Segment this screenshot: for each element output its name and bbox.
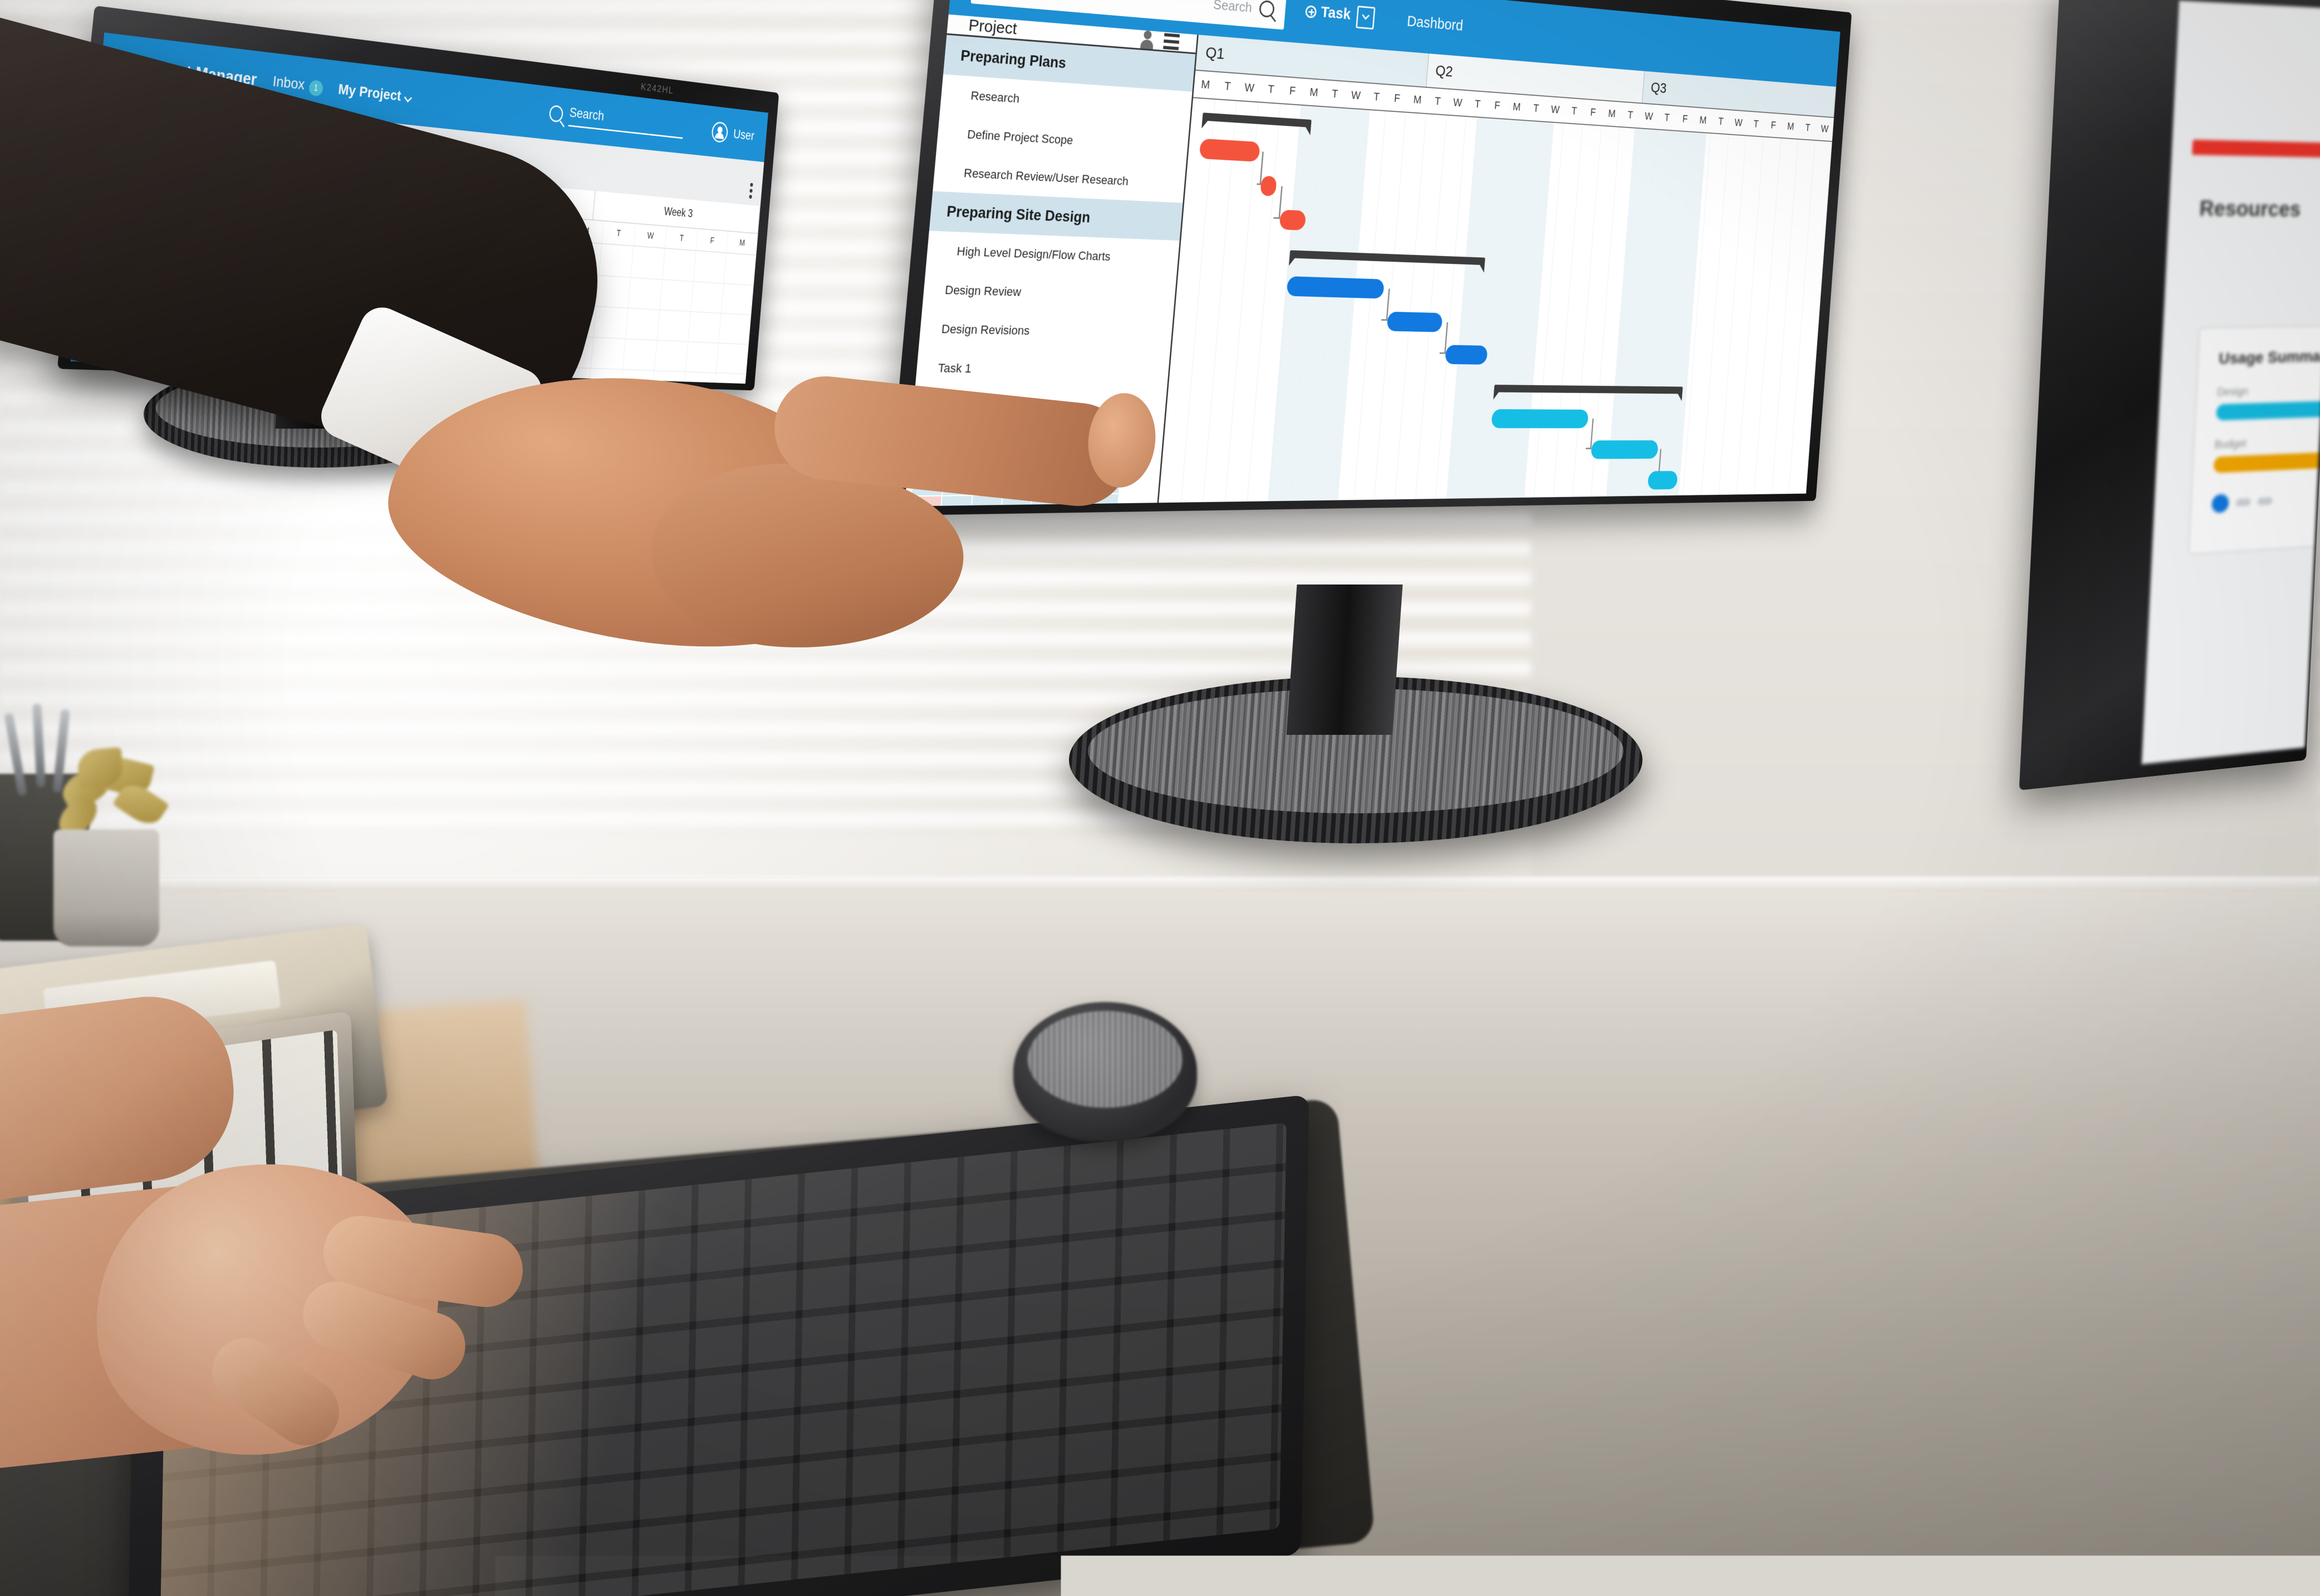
gantt-task-bar[interactable] — [1279, 210, 1306, 230]
day-cell: T — [1798, 115, 1817, 140]
main-gantt-chart — [1159, 98, 1832, 503]
day-cell: W — [1639, 104, 1659, 129]
day-cell: M — [727, 232, 758, 254]
day-cell: T — [1365, 84, 1388, 110]
search-icon — [548, 105, 563, 122]
gantt-task-bar[interactable] — [1445, 345, 1488, 365]
pointing-hand — [390, 345, 1114, 657]
far-card-title: Usage Summary — [2218, 346, 2320, 368]
user-menu[interactable]: User — [711, 121, 755, 146]
day-cell: W — [1237, 74, 1261, 102]
person-icon[interactable] — [1141, 30, 1154, 49]
gantt-task-bar[interactable] — [1286, 276, 1384, 298]
day-cell: M — [1406, 86, 1429, 113]
gantt-task-bar[interactable] — [1647, 471, 1678, 489]
gantt-summary-bar[interactable] — [1203, 112, 1312, 127]
far-card-label-1: Design — [2217, 381, 2320, 399]
chevron-down-icon — [404, 93, 412, 102]
day-cell: F — [1583, 100, 1603, 125]
avatar — [711, 121, 729, 143]
day-cell: T — [1711, 109, 1730, 134]
task-item-design-review[interactable]: Design Review — [922, 270, 1176, 315]
project-panel-title: Project — [968, 16, 1018, 38]
gantt-task-bar[interactable] — [1199, 139, 1260, 162]
far-bar-1 — [2216, 399, 2320, 420]
day-cell: M — [1193, 71, 1218, 99]
plant-pot — [53, 829, 159, 946]
day-cell: T — [1747, 112, 1765, 136]
day-cell: T — [1259, 76, 1283, 103]
week-band — [1446, 117, 1554, 499]
day-cell: T — [1466, 91, 1488, 117]
day-cell: M — [1506, 94, 1527, 120]
office-desk-scene: Resources Usage Summary Design Budget K2… — [0, 0, 2320, 1596]
project-selector[interactable]: My Project — [337, 81, 412, 105]
day-cell: T — [1426, 88, 1449, 115]
day-cell: F — [1386, 85, 1408, 112]
typing-hand — [0, 1097, 607, 1596]
day-cell: W — [1345, 82, 1367, 109]
day-cell: T — [1526, 95, 1547, 121]
far-accent-bar — [2192, 140, 2320, 160]
far-page-title: Resources — [2199, 197, 2301, 222]
day-cell: W — [1729, 110, 1748, 135]
day-cell: T — [1215, 72, 1239, 100]
far-legend-dot-icon — [2211, 494, 2229, 513]
chevron-down-icon[interactable] — [1356, 6, 1375, 30]
day-cell: F — [1281, 77, 1304, 105]
inbox-label: Inbox — [272, 72, 306, 92]
day-cell: T — [1323, 80, 1347, 107]
add-task-button[interactable]: Task — [1304, 1, 1376, 30]
day-cell: W — [1446, 90, 1468, 116]
day-cell: T — [1657, 105, 1677, 130]
far-legend-line — [2235, 498, 2250, 507]
panel-icons — [1141, 30, 1180, 51]
day-cell: M — [1693, 107, 1713, 132]
search-area[interactable]: Search — [548, 102, 684, 139]
day-cell: F — [1487, 92, 1508, 119]
day-cell: T — [1620, 102, 1641, 128]
far-card-label-2: Budget — [2214, 431, 2320, 451]
day-cell: W — [1544, 97, 1566, 122]
gantt-task-bar[interactable] — [1260, 175, 1277, 196]
day-cell: W — [1816, 117, 1834, 141]
gantt-panel: Q1 Q2 Q3 MTWTFMTWTFMTWTFMTWTFMTWTFMTWTFM… — [1159, 35, 1836, 503]
gantt-task-bar[interactable] — [1491, 409, 1588, 428]
day-cell: W — [634, 224, 668, 248]
week-band — [1268, 106, 1370, 502]
inbox-badge: 1 — [308, 79, 323, 96]
third-monitor: Resources Usage Summary Design Budget — [2019, 0, 2320, 790]
plus-circle-icon — [1305, 5, 1317, 18]
mouse[interactable] — [1013, 1002, 1197, 1141]
far-bar-2 — [2213, 449, 2320, 473]
gantt-task-bar[interactable] — [1591, 440, 1659, 459]
tab-dashbord[interactable]: Dashbord — [1406, 13, 1464, 35]
list-lines-icon[interactable] — [1163, 33, 1180, 50]
search-placeholder: Search — [1213, 0, 1253, 16]
kebab-menu-icon[interactable] — [749, 183, 753, 199]
gantt-task-bar[interactable] — [1386, 312, 1443, 332]
desk-edge-highlight — [0, 877, 2320, 891]
day-cell: T — [1564, 98, 1585, 124]
day-cell: T — [665, 227, 698, 250]
search-input[interactable]: Search — [568, 104, 685, 139]
main-monitor-stand — [1287, 585, 1403, 735]
day-cell: M — [1302, 78, 1326, 106]
far-legend-line — [2258, 497, 2273, 505]
day-cell: F — [1675, 106, 1695, 131]
project-selector-label: My Project — [337, 81, 402, 104]
day-cell: M — [1602, 101, 1622, 126]
user-label: User — [733, 126, 755, 144]
add-task-label: Task — [1320, 3, 1351, 23]
far-legend-row — [2211, 485, 2320, 513]
search-icon — [1259, 0, 1275, 18]
day-cell: M — [1781, 114, 1800, 139]
far-summary-card: Usage Summary Design Budget — [2187, 323, 2320, 555]
day-cell: T — [602, 222, 636, 245]
day-cell: F — [1764, 113, 1783, 137]
day-cell: F — [697, 229, 729, 253]
